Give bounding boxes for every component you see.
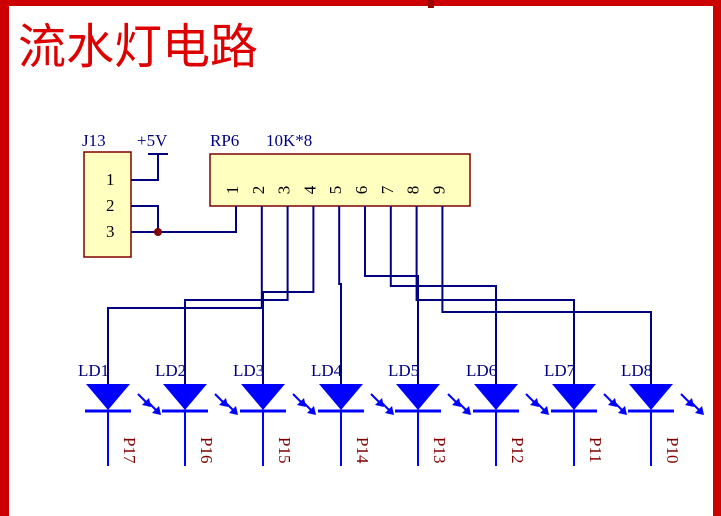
wire-pin2-to-pin3: [131, 205, 159, 232]
resistor-network-pin-number: 6: [352, 186, 371, 195]
led-ref-label: LD8: [621, 361, 652, 380]
wire-pin3-to-rp-common: [131, 206, 237, 233]
led-ld1: LD1 P17: [78, 361, 161, 466]
resistor-network-pin-number: 1: [223, 186, 242, 195]
net-label: P11: [586, 437, 605, 463]
led-ref-label: LD3: [233, 361, 264, 380]
led-diode-icon: [396, 384, 440, 410]
connector-j13: J13 +5V 1 2 3: [82, 131, 168, 258]
led-ref-label: LD7: [544, 361, 576, 380]
page-title: 流水灯电路: [18, 19, 258, 75]
resistor-network-value: 10K*8: [266, 131, 312, 150]
net-label: P15: [275, 437, 294, 463]
resistor-network-body: [209, 153, 471, 207]
power-label: +5V: [137, 131, 168, 150]
net-label: P12: [508, 437, 527, 463]
led-diode-icon: [163, 384, 207, 410]
resistor-network-ref: RP6: [210, 131, 239, 150]
connector-pin-2: 2: [106, 196, 115, 215]
net-label: P14: [353, 437, 372, 464]
resistor-network-pin-number: 2: [249, 186, 268, 195]
led-ld7: LD7 P11: [544, 361, 627, 466]
led-ld5: LD5 P13: [388, 361, 471, 466]
resistor-network-pin-number: 4: [300, 185, 319, 194]
led-ref-label: LD6: [466, 361, 497, 380]
schematic-sheet: 流水灯电路 J13 +5V 1 2 3 RP6 10K*8 123456789 …: [0, 0, 721, 516]
connector-pin-1: 1: [106, 170, 115, 189]
led-diode-icon: [319, 384, 363, 410]
net-label: P13: [430, 437, 449, 463]
led-ld8: LD8 P10: [621, 361, 704, 466]
net-label: P16: [197, 437, 216, 463]
resistor-network-pins: 123456789: [223, 185, 448, 194]
led-ref-label: LD4: [311, 361, 343, 380]
resistor-network-pin-number: 3: [275, 186, 294, 195]
connector-pin-3: 3: [106, 222, 115, 241]
led-diode-icon: [86, 384, 130, 410]
led-diode-icon: [241, 384, 285, 410]
wire-rp-to-led: [441, 206, 652, 384]
led-diode-icon: [629, 384, 673, 410]
led-array: LD1 P17 LD2 P16 LD3 P15 LD4 P14 LD5 P13 LD6 P12 LD7 P…: [78, 361, 704, 466]
net-label: P17: [120, 437, 139, 464]
connector-ref: J13: [82, 131, 106, 150]
resistor-network-pin-number: 7: [378, 185, 397, 194]
net-label: P10: [663, 437, 682, 463]
schematic-canvas: 流水灯电路 J13 +5V 1 2 3 RP6 10K*8 123456789 …: [0, 0, 721, 516]
resistor-network-pin-number: 8: [404, 186, 423, 195]
led-ref-label: LD1: [78, 361, 109, 380]
resistor-network-pin-number: 9: [429, 186, 448, 195]
led-ref-label: LD5: [388, 361, 419, 380]
led-ld4: LD4 P14: [311, 361, 394, 466]
led-ref-label: LD2: [155, 361, 186, 380]
led-diode-icon: [474, 384, 518, 410]
led-ld2: LD2 P16: [155, 361, 238, 466]
led-ld6: LD6 P12: [466, 361, 549, 466]
led-diode-icon: [552, 384, 596, 410]
led-ld3: LD3 P15: [233, 361, 316, 466]
resistor-network-pin-number: 5: [326, 186, 345, 195]
wire-pin1-to-power: [131, 154, 159, 181]
wire-rp-to-led: [338, 206, 342, 384]
junction-dot: [154, 228, 162, 236]
